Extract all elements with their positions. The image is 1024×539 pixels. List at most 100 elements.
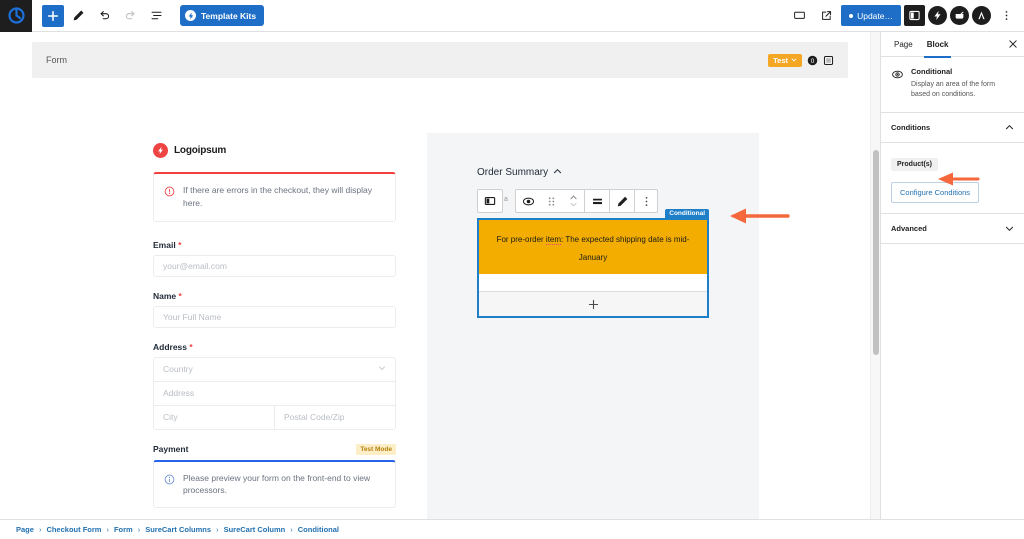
scrollbar-thumb[interactable]	[873, 150, 879, 355]
block-editor-app: Template Kits Update…	[0, 0, 1024, 539]
test-mode-dropdown[interactable]: Test	[768, 54, 802, 67]
copy-icon[interactable]	[823, 55, 834, 66]
update-button[interactable]: Update…	[841, 5, 901, 26]
add-block-button[interactable]	[42, 5, 64, 27]
svg-text:0: 0	[811, 57, 815, 64]
sidebar-panel-icon[interactable]	[904, 5, 925, 26]
form-block-title: Form	[46, 55, 67, 65]
email-label-text: Email	[153, 240, 176, 250]
conditional-block-wrapper: Conditional For pre-order item: The expe…	[477, 218, 709, 318]
conditions-label: Conditions	[891, 123, 930, 132]
block-appender-button[interactable]	[479, 292, 707, 316]
payment-label: Payment	[153, 444, 188, 454]
filled-circle-icon[interactable]: 0	[807, 55, 818, 66]
tab-block[interactable]: Block	[920, 32, 956, 57]
eye-icon[interactable]	[516, 190, 540, 212]
template-kits-bolt-icon	[185, 10, 196, 21]
canvas-scroll-area: Form Test 0	[0, 32, 880, 519]
breadcrumb-item-2[interactable]: Form	[114, 525, 133, 534]
conditional-badge: Conditional	[665, 209, 709, 220]
address-city-row: City Postal Code/Zip	[154, 406, 395, 429]
block-description-body: Display an area of the form based on con…	[911, 80, 1014, 100]
breadcrumb-item-4[interactable]: SureCart Column	[224, 525, 286, 534]
eye-icon	[891, 68, 904, 100]
undo-button[interactable]	[92, 4, 116, 28]
drag-dots-icon[interactable]	[540, 190, 562, 212]
three-dots-vertical-icon[interactable]	[635, 190, 657, 212]
template-kits-button[interactable]: Template Kits	[180, 5, 264, 26]
conditional-notice-text: For pre-order item: The expected shippin…	[497, 235, 690, 262]
conditions-panel: Product(s) Configure Conditions	[881, 143, 1024, 214]
sidebar-tabs: Page Block	[881, 32, 1024, 57]
email-field-label: Email *	[153, 240, 396, 250]
list-view-button[interactable]	[144, 4, 168, 28]
breadcrumb-separator: ›	[39, 525, 42, 534]
city-input[interactable]: City	[154, 406, 274, 429]
postal-placeholder: Postal Code/Zip	[284, 412, 344, 422]
notice-text-pre: For pre-order	[497, 235, 546, 244]
settings-sidebar: Page Block Conditional Display an area o…	[880, 32, 1024, 519]
name-field-label: Name *	[153, 291, 396, 301]
notice-text-post: : The expected shipping date is mid-Janu…	[561, 235, 689, 262]
block-name: Conditional	[911, 67, 1014, 76]
form-header-actions: Test 0	[768, 54, 834, 67]
country-select[interactable]: Country	[154, 358, 395, 381]
canvas-vertical-scrollbar[interactable]	[870, 32, 880, 519]
conditions-section-header[interactable]: Conditions	[881, 113, 1024, 143]
surecart-cart-icon[interactable]	[950, 6, 969, 25]
editor-top-bar: Template Kits Update…	[0, 0, 1024, 32]
chevron-down-icon	[1005, 224, 1014, 233]
chevron-down-icon	[791, 56, 797, 65]
test-mode-label: Test	[773, 56, 788, 65]
align-icon[interactable]	[585, 190, 609, 212]
external-link-icon[interactable]	[814, 4, 838, 28]
street-input[interactable]: Address	[154, 382, 395, 405]
conditional-empty-area[interactable]	[479, 274, 707, 292]
update-label: Update…	[857, 11, 893, 21]
three-dots-vertical-icon[interactable]	[994, 4, 1018, 28]
postal-input[interactable]: Postal Code/Zip	[274, 406, 395, 429]
breadcrumb-item-5[interactable]: Conditional	[298, 525, 339, 534]
order-summary-column: Order Summary a	[427, 133, 759, 519]
breadcrumb-separator: ›	[216, 525, 219, 534]
configure-conditions-button[interactable]: Configure Conditions	[891, 182, 979, 203]
block-description: Conditional Display an area of the form …	[881, 57, 1024, 113]
breadcrumb-item-1[interactable]: Checkout Form	[46, 525, 101, 534]
desktop-icon[interactable]	[787, 4, 811, 28]
chevron-updown-icon[interactable]	[562, 190, 584, 212]
checkout-form-preview: Logoipsum If there are errors in the che…	[153, 143, 396, 519]
tools-button[interactable]	[66, 4, 90, 28]
breadcrumb-item-0[interactable]: Page	[16, 525, 34, 534]
conditional-notice-bar[interactable]: For pre-order item: The expected shippin…	[479, 220, 707, 274]
info-circle-icon	[164, 472, 175, 498]
payment-info-notice: Please preview your form on the front-en…	[153, 460, 396, 509]
name-input[interactable]: Your Full Name	[153, 306, 396, 328]
elementor-bolt-icon[interactable]	[928, 6, 947, 25]
payment-header: Payment Test Mode	[153, 444, 396, 455]
order-summary-inner: Order Summary a	[427, 133, 759, 318]
redo-button[interactable]	[118, 4, 142, 28]
unsaved-changes-dot	[849, 14, 853, 18]
email-input[interactable]: your@email.com	[153, 255, 396, 277]
wordpress-logo-icon[interactable]	[0, 0, 32, 32]
conditions-product-chip[interactable]: Product(s)	[891, 158, 938, 171]
advanced-section-header[interactable]: Advanced	[881, 214, 1024, 244]
chevron-up-icon[interactable]	[553, 163, 562, 181]
block-description-text: Conditional Display an area of the form …	[911, 67, 1014, 100]
conditional-block[interactable]: For pre-order item: The expected shippin…	[477, 218, 709, 318]
pencil-icon[interactable]	[610, 190, 634, 212]
payment-info-text: Please preview your form on the front-en…	[183, 472, 385, 498]
order-summary-title-row: Order Summary	[477, 163, 709, 181]
required-marker: *	[179, 291, 182, 301]
close-x-icon[interactable]	[1008, 39, 1018, 49]
tab-page[interactable]: Page	[887, 32, 920, 57]
breadcrumb-separator: ›	[290, 525, 293, 534]
top-bar-left-tools: Template Kits	[32, 4, 264, 28]
block-type-button[interactable]	[477, 189, 503, 213]
breadcrumb-item-3[interactable]: SureCart Columns	[145, 525, 211, 534]
form-block-header[interactable]: Form Test 0	[32, 42, 848, 78]
name-label-text: Name	[153, 291, 176, 301]
alert-circle-icon	[164, 184, 175, 210]
editor-canvas: Form Test 0	[0, 32, 880, 519]
astra-icon[interactable]	[972, 6, 991, 25]
